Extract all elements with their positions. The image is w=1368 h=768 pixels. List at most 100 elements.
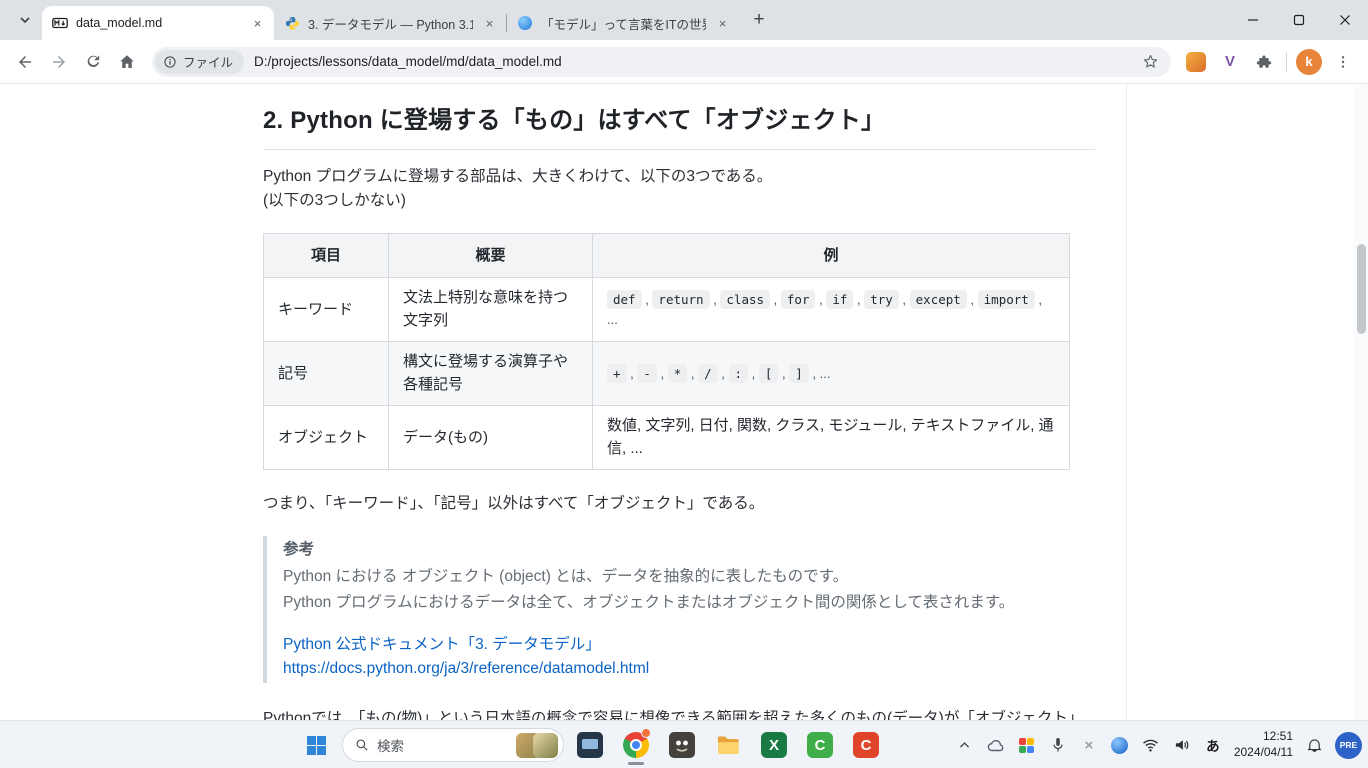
tab-close-icon[interactable]: × — [714, 15, 731, 32]
intro-line-2: (以下の3つしかない) — [263, 192, 406, 209]
cell-summary: 構文に登場する演算子や各種記号 — [389, 342, 593, 406]
cell-summary: 文法上特別な意味を持つ文字列 — [389, 278, 593, 342]
windows-logo-icon — [307, 736, 326, 755]
forward-icon[interactable] — [42, 45, 76, 79]
tab-title: 「モデル」って言葉をITの世界でよく使 — [541, 14, 706, 33]
tab-model-article[interactable]: 「モデル」って言葉をITの世界でよく使 × — [507, 6, 739, 40]
home-icon[interactable] — [110, 45, 144, 79]
site-info-chip[interactable]: ファイル — [155, 50, 244, 74]
blockquote-title: 参考 — [283, 538, 1095, 562]
url-text[interactable]: D:/projects/lessons/data_model/md/data_m… — [254, 54, 1137, 69]
tab-title: data_model.md — [76, 16, 241, 30]
search-label: 検索 — [377, 735, 404, 755]
tab-data-model[interactable]: data_model.md × — [42, 6, 274, 40]
disconnected-x-icon[interactable]: × — [1075, 725, 1103, 765]
extensions-puzzle-icon[interactable] — [1247, 45, 1281, 79]
page-content: 2. Python に登場する「もの」はすべて「オブジェクト」 Python プ… — [0, 84, 1368, 720]
notification-badge — [641, 728, 651, 738]
table-header-row: 項目 概要 例 — [264, 234, 1070, 278]
reference-blockquote: 参考 Python における オブジェクト (object) とは、データを抽象… — [263, 536, 1095, 682]
scrollbar-thumb[interactable] — [1357, 244, 1366, 334]
python-docs-link[interactable]: Python 公式ドキュメント「3. データモデル」 — [283, 636, 601, 653]
new-tab-button[interactable]: + — [746, 7, 772, 33]
globe-icon — [517, 15, 533, 31]
python-icon — [284, 15, 300, 31]
gimp-icon[interactable] — [662, 723, 702, 767]
markdown-body: 2. Python に登場する「もの」はすべて「オブジェクト」 Python プ… — [263, 102, 1095, 720]
tab-close-icon[interactable]: × — [481, 15, 498, 32]
tab-python-docs[interactable]: 3. データモデル — Python 3.12.3 ド × — [274, 6, 506, 40]
python-docs-url-link[interactable]: https://docs.python.org/ja/3/reference/d… — [283, 660, 649, 677]
toolbar-separator — [1286, 52, 1287, 72]
wifi-icon[interactable] — [1137, 725, 1165, 765]
ime-mode-indicator[interactable]: あ — [1199, 725, 1227, 765]
chrome-taskbar-icon[interactable] — [616, 723, 656, 767]
after-table-paragraph: つまり、「キーワード」、「記号」以外はすべて「オブジェクト」である。 — [263, 492, 1095, 516]
menu-kebab-icon[interactable] — [1326, 45, 1360, 79]
cell-example: 数値, 文字列, 日付, 関数, クラス, モジュール, テキストファイル, 通… — [593, 406, 1070, 470]
start-button[interactable] — [296, 723, 336, 767]
onedrive-cloud-icon[interactable] — [982, 725, 1010, 765]
browser-toolbar: ファイル D:/projects/lessons/data_model/md/d… — [0, 40, 1368, 84]
parts-table: 項目 概要 例 キーワード 文法上特別な意味を持つ文字列 def , retur… — [263, 233, 1070, 470]
extension-icon-1[interactable] — [1179, 45, 1213, 79]
profile-avatar[interactable]: k — [1292, 45, 1326, 79]
reload-icon[interactable] — [76, 45, 110, 79]
cell-example: + , - , * , / , : , [ , ] , ... — [593, 342, 1070, 406]
cell-item: キーワード — [264, 278, 389, 342]
pinned-app-monitor-icon[interactable] — [570, 723, 610, 767]
markdown-icon — [52, 15, 68, 31]
address-bar[interactable]: ファイル D:/projects/lessons/data_model/md/d… — [152, 47, 1171, 77]
table-row: キーワード 文法上特別な意味を持つ文字列 def , return , clas… — [264, 278, 1070, 342]
back-icon[interactable] — [8, 45, 42, 79]
blockquote-line-2: Python プログラムにおけるデータは全て、オブジェクトまたはオブジェクト間の… — [283, 591, 1095, 615]
close-button[interactable] — [1322, 0, 1368, 40]
clock-time: 12:51 — [1234, 729, 1293, 745]
notification-bell-icon[interactable] — [1300, 725, 1328, 765]
tab-search-chevron-icon[interactable] — [12, 7, 38, 33]
app-c-green-icon[interactable]: C — [800, 723, 840, 767]
tab-title: 3. データモデル — Python 3.12.3 ド — [308, 14, 473, 33]
column-header-example: 例 — [593, 234, 1070, 278]
taskbar-search-box[interactable]: 検索 — [342, 728, 564, 762]
page-title: 2. Python に登場する「もの」はすべて「オブジェクト」 — [263, 102, 1095, 150]
blockquote-line-1: Python における オブジェクト (object) とは、データを抽象的に表… — [283, 565, 1095, 589]
maximize-button[interactable] — [1276, 0, 1322, 40]
table-row: オブジェクト データ(もの) 数値, 文字列, 日付, 関数, クラス, モジュ… — [264, 406, 1070, 470]
clock-date: 2024/04/11 — [1234, 745, 1293, 761]
window-controls — [1230, 0, 1368, 40]
tab-strip: data_model.md × 3. データモデル — Python 3.12.… — [0, 0, 1368, 40]
cell-item: オブジェクト — [264, 406, 389, 470]
content-edge-divider — [1126, 84, 1127, 720]
cell-item: 記号 — [264, 342, 389, 406]
column-header-summary: 概要 — [389, 234, 593, 278]
bookmark-star-icon[interactable] — [1137, 49, 1163, 75]
table-row: 記号 構文に登場する演算子や各種記号 + , - , * , / , : , [… — [264, 342, 1070, 406]
tab-close-icon[interactable]: × — [249, 15, 266, 32]
microphone-icon[interactable] — [1044, 725, 1072, 765]
extension-icon-2[interactable]: V — [1213, 45, 1247, 79]
taskbar-clock[interactable]: 12:51 2024/04/11 — [1230, 725, 1297, 765]
search-icon — [355, 738, 369, 752]
cell-example: def , return , class , for , if , try , … — [593, 278, 1070, 342]
windows-taskbar: 検索 X C C — [0, 720, 1368, 768]
app-c-red-icon[interactable]: C — [846, 723, 886, 767]
color-grid-app-icon[interactable] — [1013, 725, 1041, 765]
excel-icon[interactable]: X — [754, 723, 794, 767]
intro-paragraph: Python プログラムに登場する部品は、大きくわけて、以下の3つである。 (以… — [263, 165, 1095, 213]
volume-icon[interactable] — [1168, 725, 1196, 765]
running-indicator — [628, 762, 644, 765]
browser-window: data_model.md × 3. データモデル — Python 3.12.… — [0, 0, 1368, 768]
scrollbar[interactable] — [1354, 84, 1368, 720]
file-explorer-icon[interactable] — [708, 723, 748, 767]
file-chip-label: ファイル — [183, 52, 233, 71]
intro-line-1: Python プログラムに登場する部品は、大きくわけて、以下の3つである。 — [263, 168, 772, 185]
hidden-icons-chevron-icon[interactable] — [951, 725, 979, 765]
blue-sphere-app-icon[interactable] — [1106, 725, 1134, 765]
closing-paragraph: Pythonでは、「もの(物)」という日本語の概念で容易に想像できる範囲を超えた… — [263, 707, 1095, 720]
pre-badge[interactable]: PRE — [1335, 732, 1362, 759]
info-icon — [163, 55, 177, 69]
minimize-button[interactable] — [1230, 0, 1276, 40]
search-highlight-image[interactable] — [516, 733, 558, 758]
cell-summary: データ(もの) — [389, 406, 593, 470]
